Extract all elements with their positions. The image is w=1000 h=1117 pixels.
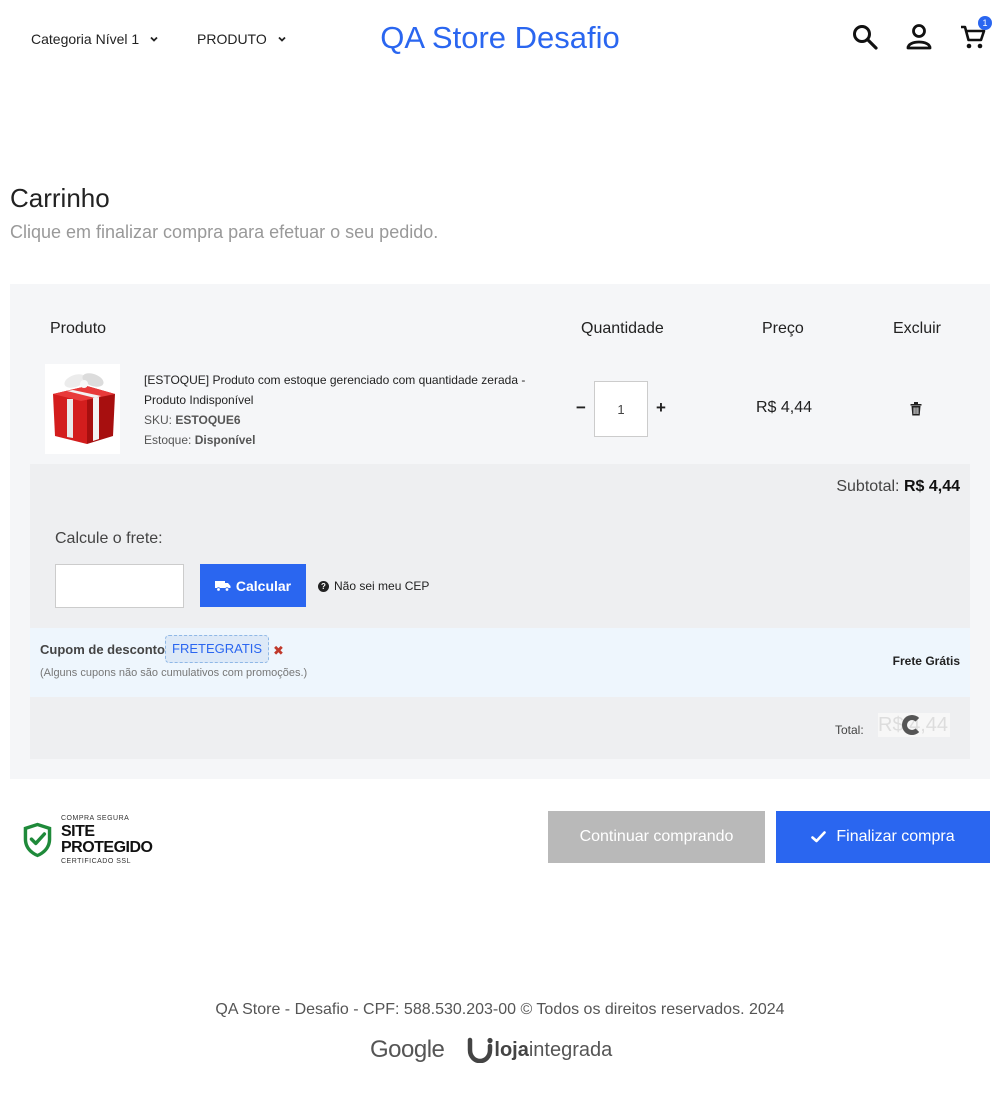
nav-produto[interactable]: PRODUTO bbox=[197, 31, 287, 47]
remove-coupon-icon[interactable]: ✖ bbox=[273, 643, 284, 659]
question-icon: ? bbox=[318, 580, 329, 592]
sku-value: ESTOQUE6 bbox=[175, 413, 241, 427]
product-name[interactable]: [ESTOQUE] Produto com estoque gerenciado… bbox=[144, 370, 544, 410]
page-subtitle: Clique em finalizar compra para efetuar … bbox=[10, 222, 439, 242]
checkout-button[interactable]: Finalizar compra bbox=[776, 811, 990, 863]
quantity-decrease-button[interactable]: − bbox=[576, 398, 586, 418]
loading-spinner-icon bbox=[902, 715, 922, 735]
coupon-note: (Alguns cupons não são cumulativos com p… bbox=[40, 667, 308, 679]
seal-bottom-text: CERTIFICADO SSL bbox=[60, 858, 131, 865]
total-value: R$ 4,44 bbox=[878, 713, 950, 737]
google-logo[interactable]: Google bbox=[370, 1036, 445, 1064]
loja-integrada-logo[interactable]: loja integrada bbox=[466, 1037, 612, 1063]
cart-count-badge: 1 bbox=[978, 16, 992, 30]
shield-check-icon bbox=[23, 822, 52, 858]
quantity-increase-button[interactable]: + bbox=[656, 398, 666, 418]
chevron-down-icon bbox=[278, 36, 286, 42]
user-icon[interactable] bbox=[904, 22, 934, 52]
trash-icon[interactable] bbox=[910, 402, 922, 416]
cart-table: Produto Quantidade Preço Excluir [ESTOQU… bbox=[10, 284, 990, 779]
footer-copyright: QA Store - Desafio - CPF: 588.530.203-00… bbox=[215, 1001, 785, 1018]
stock-label: Estoque: bbox=[144, 433, 192, 447]
gift-box-image bbox=[45, 364, 120, 454]
column-header-product: Produto bbox=[50, 320, 107, 337]
truck-icon bbox=[214, 580, 231, 592]
calculate-shipping-button[interactable]: Calcular bbox=[200, 564, 306, 607]
shipping-label: Calcule o frete: bbox=[55, 530, 163, 547]
coupon-label: Cupom de desconto: bbox=[40, 642, 170, 657]
cep-input[interactable] bbox=[55, 564, 184, 608]
product-stock: Estoque: Disponível bbox=[144, 430, 544, 450]
total-label: Total: bbox=[835, 723, 864, 737]
coupon-benefit: Frete Grátis bbox=[892, 654, 960, 668]
coupon-code: FRETEGRATIS bbox=[165, 635, 270, 663]
product-image[interactable] bbox=[45, 364, 120, 454]
check-icon bbox=[811, 831, 827, 843]
chevron-down-icon bbox=[150, 36, 158, 42]
security-seal: COMPRA SEGURA SITE PROTEGIDO CERTIFICADO… bbox=[22, 815, 172, 865]
product-info: [ESTOQUE] Produto com estoque gerenciado… bbox=[144, 370, 544, 450]
continue-shopping-button[interactable]: Continuar comprando bbox=[548, 811, 765, 863]
subtotal-label: Subtotal: bbox=[836, 478, 900, 495]
store-logo[interactable]: QA Store Desafio bbox=[380, 20, 620, 55]
loja-integrada-icon bbox=[468, 1037, 493, 1063]
page-title: Carrinho bbox=[10, 183, 110, 213]
sku-label: SKU: bbox=[144, 413, 173, 427]
seal-top-text: COMPRA SEGURA bbox=[60, 815, 130, 822]
product-sku: SKU: ESTOQUE6 bbox=[144, 410, 544, 430]
column-header-price: Preço bbox=[762, 320, 804, 337]
cep-help-label: Não sei meu CEP bbox=[334, 579, 430, 593]
stock-value: Disponível bbox=[194, 433, 256, 447]
cart-button[interactable]: 1 bbox=[958, 16, 992, 52]
calculate-label: Calcular bbox=[235, 577, 292, 594]
nav-produto-label: PRODUTO bbox=[197, 31, 267, 47]
seal-main-text: SITE PROTEGIDO bbox=[60, 823, 153, 856]
cart-summary-panel: Subtotal: R$ 4,44 Calcule o frete: Calcu… bbox=[30, 464, 970, 759]
checkout-label: Finalizar compra bbox=[836, 828, 955, 845]
column-header-quantity: Quantidade bbox=[581, 320, 664, 337]
site-header: Categoria Nível 1 PRODUTO QA Store Desaf… bbox=[0, 0, 1000, 80]
footer-logos: Google loja integrada bbox=[370, 1036, 612, 1064]
quantity-input[interactable] bbox=[594, 381, 648, 437]
search-icon[interactable] bbox=[850, 22, 880, 52]
subtotal-value: R$ 4,44 bbox=[903, 478, 960, 495]
loja-rest-text: integrada bbox=[528, 1038, 613, 1061]
item-price: R$ 4,44 bbox=[756, 399, 813, 416]
seal-text: COMPRA SEGURA SITE PROTEGIDO CERTIFICADO… bbox=[61, 815, 172, 865]
cep-help-link[interactable]: ? Não sei meu CEP bbox=[318, 579, 429, 593]
subtotal: Subtotal: R$ 4,44 bbox=[836, 478, 960, 496]
coupon-row: Cupom de desconto: FRETEGRATIS ✖ (Alguns… bbox=[30, 628, 970, 697]
nav-category[interactable]: Categoria Nível 1 bbox=[31, 31, 159, 47]
column-header-remove: Excluir bbox=[893, 320, 942, 337]
nav-category-label: Categoria Nível 1 bbox=[31, 31, 140, 47]
loja-bold-text: loja bbox=[494, 1038, 529, 1061]
